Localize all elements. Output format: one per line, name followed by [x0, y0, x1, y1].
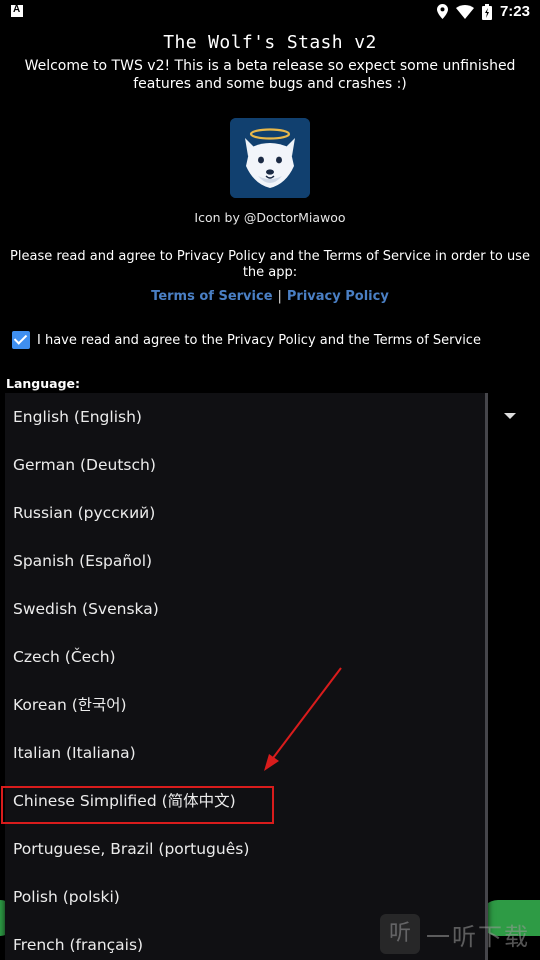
- watermark: 听 一听下载: [380, 914, 530, 954]
- watermark-text: 一听下载: [426, 922, 530, 951]
- annotation-arrow-icon: [264, 667, 342, 771]
- watermark-logo-icon: 听: [380, 914, 420, 954]
